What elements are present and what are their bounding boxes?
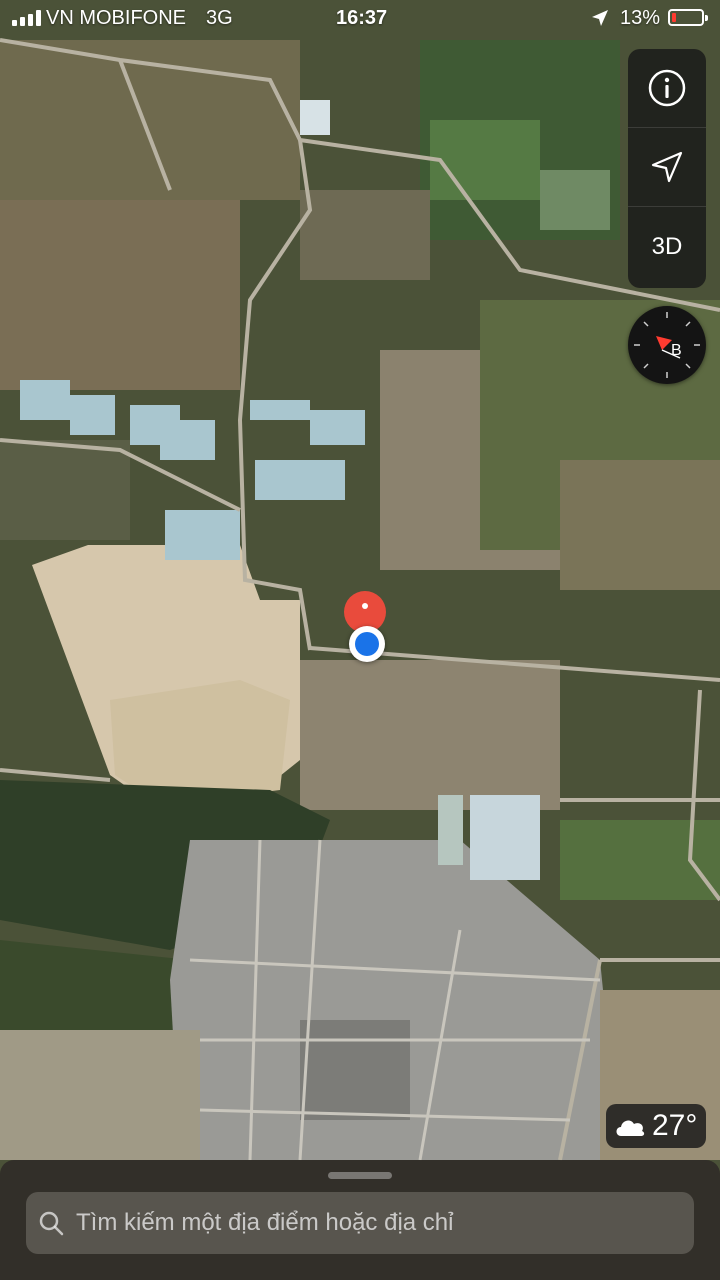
battery-percent: 13% <box>620 7 661 29</box>
cloud-icon <box>616 1120 645 1136</box>
search-placeholder: Tìm kiếm một địa điểm hoặc địa chỉ <box>76 1209 454 1236</box>
location-arrow-icon <box>592 10 608 26</box>
status-bar: VN MOBIFONE 3G 16:37 13% <box>0 0 720 36</box>
carrier-name: VN MOBIFONE <box>46 7 187 29</box>
location-arrow-icon <box>651 151 683 183</box>
info-button[interactable] <box>628 49 706 128</box>
compass-heading: B <box>671 342 682 359</box>
compass-icon: B <box>634 312 700 378</box>
signal-bars-icon <box>12 10 41 26</box>
battery-icon <box>668 9 708 26</box>
info-icon <box>648 69 686 107</box>
network-type: 3G <box>206 7 233 29</box>
status-time: 16:37 <box>336 7 388 29</box>
map-controls: 3D <box>628 49 706 288</box>
tracking-button[interactable] <box>628 128 706 207</box>
temperature: 27° <box>652 1109 698 1142</box>
weather-badge: 27° <box>606 1104 706 1148</box>
search-icon <box>39 1211 64 1236</box>
3d-mode-button[interactable]: 3D <box>628 207 706 286</box>
bottom-sheet[interactable]: Tìm kiếm một địa điểm hoặc địa chỉ <box>0 1160 720 1280</box>
user-location-marker[interactable] <box>349 626 385 662</box>
search-field[interactable]: Tìm kiếm một địa điểm hoặc địa chỉ <box>26 1192 694 1254</box>
sheet-grabber[interactable] <box>328 1172 392 1179</box>
compass-button[interactable]: B <box>628 306 706 384</box>
